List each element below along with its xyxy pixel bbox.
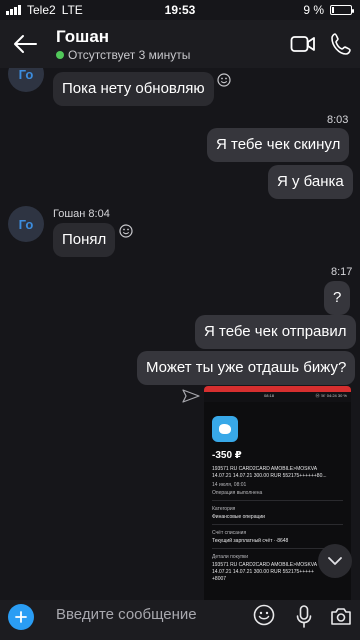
receipt-line: Счёт списания: [212, 530, 247, 536]
receipt-line: Категория: [212, 506, 236, 512]
message-timestamp: 8:04: [88, 208, 110, 220]
receipt-divider: [212, 500, 343, 501]
battery-fill: [332, 7, 334, 13]
status-right: 9 %: [303, 3, 354, 17]
receipt-status-time: 08:18: [264, 393, 275, 398]
plus-icon: [15, 611, 27, 623]
message-bubble-incoming[interactable]: Понял: [53, 223, 116, 257]
sender-name: Гошан: [53, 208, 86, 220]
receipt-status-bar: 08:18 Ⓜ ☏ 04:24 30 %: [204, 392, 351, 402]
message-input[interactable]: Введите сообщение: [56, 606, 197, 623]
video-call-icon[interactable]: [290, 33, 316, 55]
chevron-down-icon: [328, 556, 342, 565]
microphone-icon[interactable]: [296, 605, 312, 629]
camera-icon[interactable]: [330, 606, 352, 626]
receipt-amount: -350 ₽: [212, 450, 242, 461]
message-list[interactable]: Го Пока нету обновляю 8:03 Я тебе чек ск…: [0, 68, 360, 600]
sent-status-icon: [182, 389, 200, 403]
message-sender: Гошан 8:04: [53, 208, 110, 220]
contact-status-text: Отсутствует 3 минуты: [68, 48, 191, 62]
receipt-line: Операция выполнена: [212, 490, 263, 496]
receipt-line: Финансовые операции: [212, 514, 265, 520]
message-timestamp: 8:17: [331, 266, 353, 278]
receipt-line: 14 июля, 08:01: [212, 482, 247, 488]
battery-icon: [330, 5, 354, 15]
message-bubble-outgoing[interactable]: ?: [324, 281, 351, 315]
status-bar: Tele2 LTE 19:53 9 %: [0, 0, 360, 20]
receipt-line: +8007: [212, 576, 227, 582]
receipt-line: Текущий зарплатный счёт ··8648: [212, 538, 289, 544]
message-composer: Введите сообщение: [0, 600, 360, 640]
message-timestamp: 8:03: [327, 114, 349, 126]
add-reaction-icon[interactable]: [217, 73, 231, 87]
receipt-line: 14.07.21 14.07.21 300.00 RUR 552175+++++…: [212, 473, 327, 479]
phone-call-icon[interactable]: [330, 32, 352, 56]
receipt-line: Детали покупки: [212, 554, 249, 560]
avatar[interactable]: Го: [8, 68, 44, 92]
battery-percent: 9 %: [303, 3, 324, 17]
receipt-status-right: Ⓜ ☏ 04:24 30 %: [315, 393, 347, 398]
chat-header: Гошан Отсутствует 3 минуты: [0, 20, 360, 68]
receipt-divider: [212, 524, 343, 525]
message-bubble-incoming[interactable]: Пока нету обновляю: [53, 72, 214, 106]
presence-indicator: [56, 51, 64, 59]
message-bubble-outgoing[interactable]: Я у банка: [268, 165, 353, 199]
receipt-line: 193571 RU CARD2CARD AMOBILE>MOSKVA: [212, 562, 318, 568]
message-bubble-outgoing[interactable]: Я тебе чек скинул: [207, 128, 350, 162]
message-bubble-outgoing[interactable]: Может ты уже отдашь бижу?: [137, 351, 356, 385]
back-arrow-icon[interactable]: [12, 32, 38, 56]
add-reaction-icon[interactable]: [119, 224, 133, 238]
add-attachment-button[interactable]: [8, 604, 34, 630]
receipt-line: 14.07.21 14.07.21 300.00 RUR 552175+++++: [212, 569, 314, 575]
receipt-line: 193571 RU CARD2CARD AMOBILE>MOSKVA: [212, 466, 318, 472]
emoji-icon[interactable]: [253, 604, 275, 626]
message-bubble-outgoing[interactable]: Я тебе чек отправил: [195, 315, 356, 349]
avatar[interactable]: Го: [8, 206, 44, 242]
contact-status: Отсутствует 3 минуты: [56, 48, 190, 62]
contact-name[interactable]: Гошан: [56, 27, 109, 47]
piggy-bank-icon: [212, 416, 238, 442]
scroll-down-button[interactable]: [318, 544, 352, 578]
